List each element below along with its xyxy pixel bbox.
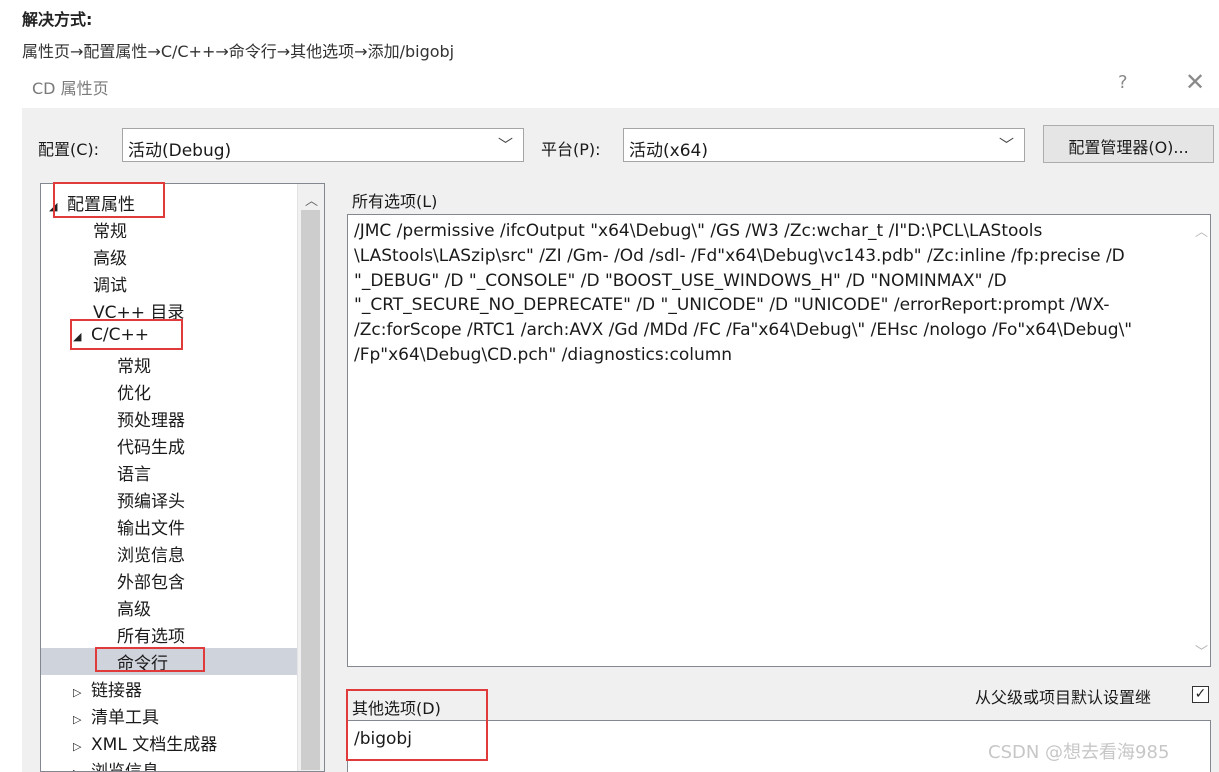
all-options-textbox[interactable]: /JMC /permissive /ifcOutput "x64\Debug\"… (347, 214, 1211, 667)
tree-item-general[interactable]: 常规 (93, 217, 127, 242)
tree-item-browse-info[interactable]: ▷浏览信息 (73, 757, 159, 771)
close-button[interactable]: ✕ (1185, 70, 1205, 94)
tree-item-linker[interactable]: ▷ 链接器 (73, 676, 142, 701)
tree-scrollbar[interactable]: ︿ (297, 184, 324, 771)
config-label: 配置(C): (38, 140, 100, 159)
chevron-down-icon: ﹀ (497, 136, 513, 154)
platform-dropdown[interactable]: 活动(x64) ﹀ (623, 128, 1025, 162)
dialog-title: CD 属性页 (32, 79, 109, 98)
tree-item-cpp-language[interactable]: 语言 (117, 460, 151, 485)
platform-label: 平台(P): (541, 140, 601, 159)
check-icon: ✓ (1194, 686, 1207, 702)
scroll-up-icon[interactable]: ︿ (305, 190, 318, 209)
config-dropdown-value: 活动(Debug) (128, 141, 232, 161)
all-options-label: 所有选项(L) (352, 192, 438, 211)
chevron-down-icon: ﹀ (998, 136, 1014, 154)
tree-item-cpp-external-includes[interactable]: 外部包含 (117, 568, 185, 593)
tree-item-xml-doc-generator[interactable]: ▷ XML 文档生成器 (73, 730, 217, 755)
tree-item-advanced[interactable]: 高级 (93, 244, 127, 269)
tree-item-cpp-code-generation[interactable]: 代码生成 (117, 433, 185, 458)
collapsed-caret-icon: ▷ (73, 686, 82, 699)
property-tree[interactable]: ◢ 配置属性 常规 高级 调试 VC++ 目录 ◢ C/C++ 常规 优化 预处理器… (40, 183, 325, 772)
tree-item-cpp-browse-info[interactable]: 浏览信息 (117, 541, 185, 566)
scroll-up-icon[interactable]: ︿ (1195, 221, 1208, 240)
collapsed-caret-icon: ▷ (73, 740, 82, 753)
tree-item-cpp-optimization[interactable]: 优化 (117, 379, 151, 404)
tree-item-cpp-all-options[interactable]: 所有选项 (117, 622, 185, 647)
help-button[interactable]: ? (1118, 72, 1128, 93)
platform-dropdown-value: 活动(x64) (629, 141, 708, 161)
article-instruction-path: 属性页→配置属性→C/C++→命令行→其他选项→添加/bigobj (22, 42, 455, 61)
collapsed-caret-icon: ▷ (73, 713, 82, 726)
tree-item-cpp-preprocessor[interactable]: 预处理器 (117, 406, 185, 431)
article-heading: 解决方式: (22, 10, 93, 29)
inherit-checkbox[interactable]: ✓ (1192, 686, 1209, 703)
config-manager-button[interactable]: 配置管理器(O)... (1043, 125, 1214, 163)
tree-item-cpp-advanced[interactable]: 高级 (117, 595, 151, 620)
all-options-text: /JMC /permissive /ifcOutput "x64\Debug\"… (354, 221, 1133, 365)
tree-item-debugging[interactable]: 调试 (93, 271, 127, 296)
watermark: CSDN @想去看海985 (988, 742, 1170, 763)
highlight-config-properties (53, 182, 165, 218)
tree-item-cpp-precompiled-headers[interactable]: 预编译头 (117, 487, 185, 512)
tree-item-manifest-tool[interactable]: ▷ 清单工具 (73, 703, 159, 728)
highlight-other-options (346, 689, 488, 761)
collapsed-caret-icon: ▷ (73, 767, 91, 771)
highlight-cpp (70, 319, 183, 350)
tree-item-cpp-general[interactable]: 常规 (117, 352, 151, 377)
inherit-label: 从父级或项目默认设置继 (975, 688, 1152, 707)
scroll-down-icon[interactable]: ﹀ (1195, 641, 1208, 660)
config-dropdown[interactable]: 活动(Debug) ﹀ (122, 128, 524, 162)
highlight-command-line (95, 647, 205, 672)
tree-item-cpp-output-files[interactable]: 输出文件 (117, 514, 185, 539)
tree-scroll-thumb[interactable] (301, 210, 320, 770)
